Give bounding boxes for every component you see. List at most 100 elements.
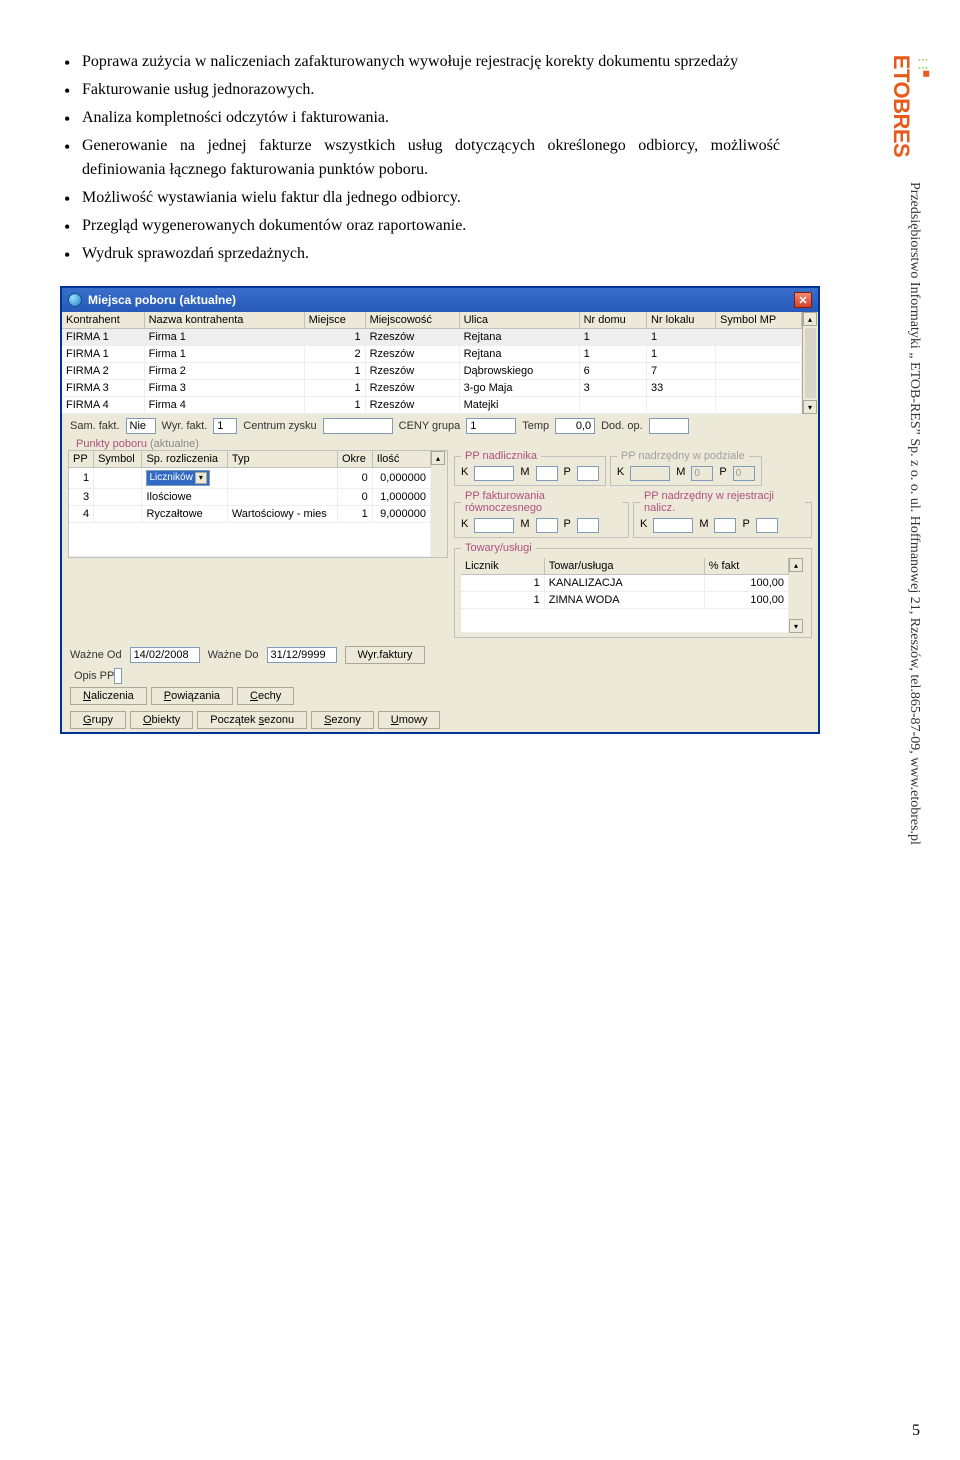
- bullet-item: Możliwość wystawiania wielu faktur dla j…: [60, 186, 780, 210]
- wazne-do-label: Ważne Do: [208, 649, 259, 661]
- opis-label: Opis PP: [74, 670, 114, 682]
- table-row[interactable]: FIRMA 4 Firma 4 1 Rzeszów Matejki: [62, 397, 802, 414]
- wyr-fakt-label: Wyr. fakt.: [162, 420, 208, 432]
- table-row[interactable]: FIRMA 3 Firma 3 1 Rzeszów 3-go Maja 3 33: [62, 380, 802, 397]
- table-row[interactable]: FIRMA 2 Firma 2 1 Rzeszów Dąbrowskiego 6…: [62, 363, 802, 380]
- col-pp[interactable]: PP: [69, 451, 94, 468]
- bullet-item: Analiza kompletności odczytów i fakturow…: [60, 106, 780, 130]
- m-field: 0: [691, 466, 713, 481]
- scroll-down-icon[interactable]: ▾: [803, 400, 817, 414]
- app-window: Miejsca poboru (aktualne) ✕ Kontrahent N…: [60, 286, 820, 734]
- punkty-table[interactable]: PP Symbol Sp. rozliczenia Typ Okre Ilość…: [69, 451, 431, 557]
- chevron-down-icon[interactable]: ▾: [195, 472, 207, 484]
- miejsca-table[interactable]: Kontrahent Nazwa kontrahenta Miejsce Mie…: [62, 312, 802, 414]
- naliczenia-button[interactable]: Naliczenia: [70, 687, 147, 705]
- poczatek-sezonu-button[interactable]: Początek sezonu: [197, 711, 307, 729]
- sp-rozl-dropdown[interactable]: Liczników ▾: [146, 470, 209, 486]
- p-field[interactable]: [577, 466, 599, 481]
- table-row[interactable]: FIRMA 1 Firma 1 1 Rzeszów Rejtana 1 1: [62, 329, 802, 346]
- group-legend: PP nadrzędny w podziale: [617, 450, 749, 462]
- centrum-field[interactable]: [323, 418, 393, 434]
- col-symbol[interactable]: Symbol: [94, 451, 142, 468]
- bullet-item: Fakturowanie usług jednorazowych.: [60, 78, 780, 102]
- pp-fakturowania-group: PP fakturowania równoczesnego K M P: [454, 490, 629, 538]
- bullet-item: Przegląd wygenerowanych dokumentów oraz …: [60, 214, 780, 238]
- wazne-od-label: Ważne Od: [70, 649, 122, 661]
- temp-field[interactable]: 0,0: [555, 418, 595, 434]
- k-field[interactable]: [474, 466, 514, 481]
- umowy-button[interactable]: Umowy: [378, 711, 441, 729]
- group-legend: PP fakturowania równoczesnego: [461, 490, 622, 514]
- aktualne-label: (aktualne): [150, 438, 199, 450]
- towary-table[interactable]: Licznik Towar/usługa % fakt 1 KANALIZACJ…: [461, 558, 789, 633]
- group-legend: PP nadlicznika: [461, 450, 541, 462]
- opis-field[interactable]: [114, 668, 122, 684]
- table-row[interactable]: 4 Ryczałtowe Wartościowy - mies 1 9,0000…: [69, 506, 431, 523]
- col-miejscowosc[interactable]: Miejscowość: [365, 312, 459, 329]
- bullet-item: Poprawa zużycia w naliczeniach zafakturo…: [60, 50, 780, 74]
- wazne-do-field[interactable]: 31/12/9999: [267, 647, 337, 663]
- ceny-label: CENY grupa: [399, 420, 461, 432]
- col-ulica[interactable]: Ulica: [459, 312, 579, 329]
- scroll-down-icon[interactable]: ▾: [789, 619, 803, 633]
- m-field[interactable]: [714, 518, 736, 533]
- col-sprozl[interactable]: Sp. rozliczenia: [142, 451, 227, 468]
- sezony-button[interactable]: Sezony: [311, 711, 374, 729]
- p-field[interactable]: [756, 518, 778, 533]
- col-nrdomu[interactable]: Nr domu: [579, 312, 646, 329]
- col-ilosc[interactable]: Ilość: [372, 451, 430, 468]
- col-nazwa[interactable]: Nazwa kontrahenta: [144, 312, 304, 329]
- centrum-label: Centrum zysku: [243, 420, 316, 432]
- scrollbar[interactable]: ▴ ▾: [802, 312, 818, 414]
- col-nrlok[interactable]: Nr lokalu: [646, 312, 715, 329]
- col-licznik[interactable]: Licznik: [461, 558, 544, 575]
- k-field[interactable]: [653, 518, 693, 533]
- towary-group: Towary/usługi Licznik Towar/usługa % fak…: [454, 542, 812, 638]
- cechy-button[interactable]: Cechy: [237, 687, 294, 705]
- col-okre[interactable]: Okre: [337, 451, 372, 468]
- temp-label: Temp: [522, 420, 549, 432]
- wazne-od-field[interactable]: 14/02/2008: [130, 647, 200, 663]
- col-towar[interactable]: Towar/usługa: [544, 558, 704, 575]
- sam-fakt-field[interactable]: Nie: [126, 418, 156, 434]
- wyr-fakt-field[interactable]: 1: [213, 418, 237, 434]
- sidebar: ⋮⋮ETOBRES Przedsiębiorstwo Informatyki „…: [894, 20, 934, 1090]
- p-field[interactable]: [577, 518, 599, 533]
- col-symbolmp[interactable]: Symbol MP: [716, 312, 802, 329]
- scroll-up-icon[interactable]: ▴: [431, 451, 445, 465]
- k-field[interactable]: [474, 518, 514, 533]
- dod-field[interactable]: [649, 418, 689, 434]
- window-title: Miejsca poboru (aktualne): [88, 293, 236, 307]
- table-row[interactable]: 3 Ilościowe 0 1,000000: [69, 489, 431, 506]
- powiazania-button[interactable]: Powiązania: [151, 687, 233, 705]
- scroll-up-icon[interactable]: ▴: [803, 312, 817, 326]
- table-row[interactable]: 1 KANALIZACJA 100,00: [461, 575, 789, 592]
- button-row-1: Naliczenia Powiązania Cechy: [62, 684, 818, 708]
- page-number: 5: [912, 1422, 920, 1440]
- m-field[interactable]: [536, 518, 558, 533]
- col-typ[interactable]: Typ: [227, 451, 337, 468]
- p-field: 0: [733, 466, 755, 481]
- scrollbar[interactable]: ▴ ▾: [789, 558, 805, 633]
- bullet-item: Wydruk sprawozdań sprzedażnych.: [60, 242, 780, 266]
- dod-label: Dod. op.: [601, 420, 643, 432]
- scroll-up-icon[interactable]: ▴: [789, 558, 803, 572]
- col-miejsce[interactable]: Miejsce: [304, 312, 365, 329]
- m-field[interactable]: [536, 466, 558, 481]
- close-button[interactable]: ✕: [794, 292, 812, 308]
- sam-fakt-label: Sam. fakt.: [70, 420, 120, 432]
- group-legend: PP nadrzędny w rejestracji nalicz.: [640, 490, 805, 514]
- obiekty-button[interactable]: Obiekty: [130, 711, 193, 729]
- bullet-item: Generowanie na jednej fakturze wszystkic…: [60, 134, 780, 182]
- scrollbar[interactable]: ▴: [431, 451, 447, 557]
- grupy-button[interactable]: Grupy: [70, 711, 126, 729]
- table-row[interactable]: FIRMA 1 Firma 1 2 Rzeszów Rejtana 1 1: [62, 346, 802, 363]
- table-row[interactable]: 1 ZIMNA WODA 100,00: [461, 592, 789, 609]
- wyr-faktury-button[interactable]: Wyr.faktury: [345, 646, 426, 664]
- table-row[interactable]: 1 Liczników ▾ 0 0,000000: [69, 468, 431, 489]
- ceny-field[interactable]: 1: [466, 418, 516, 434]
- titlebar: Miejsca poboru (aktualne) ✕: [62, 288, 818, 312]
- col-fakt[interactable]: % fakt: [704, 558, 788, 575]
- col-kontrahent[interactable]: Kontrahent: [62, 312, 144, 329]
- pp-nadlicznika-group: PP nadlicznika K M P: [454, 450, 606, 486]
